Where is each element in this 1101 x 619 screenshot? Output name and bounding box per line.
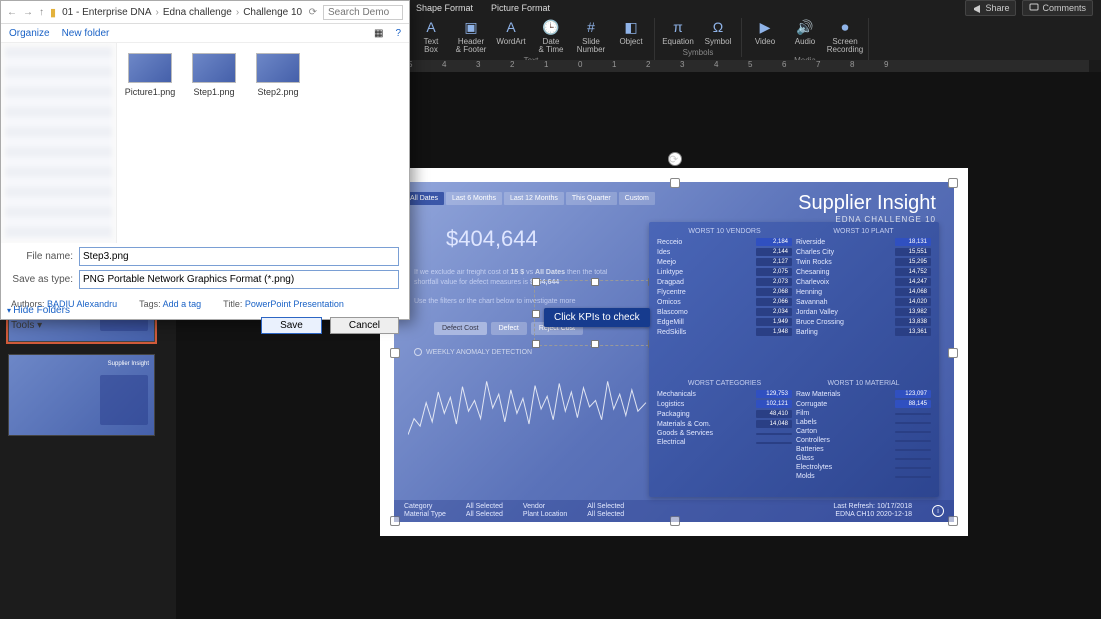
ribbon-object[interactable]: ◧Object — [614, 18, 648, 54]
info-icon[interactable]: i — [932, 505, 944, 517]
new-folder-button[interactable]: New folder — [62, 28, 110, 39]
kpi-row[interactable]: Packaging48,410 — [657, 410, 792, 418]
kpi-row[interactable]: Henning14,068 — [796, 288, 931, 296]
nav-up-icon[interactable]: ↑ — [39, 7, 44, 18]
dialog-nav: ← → ↑ ▮ 01 - Enterprise DNA›Edna challen… — [1, 1, 409, 24]
rotate-handle[interactable]: ⟳ — [668, 152, 682, 166]
ribbon-slide-number[interactable]: #SlideNumber — [574, 18, 608, 54]
ribbon-audio[interactable]: 🔊Audio — [788, 18, 822, 54]
ribbon-text-box[interactable]: ATextBox — [414, 18, 448, 54]
kpi-row[interactable]: Dragpad2,073 — [657, 278, 792, 286]
anomaly-chart — [408, 360, 650, 456]
dashboard-title: Supplier Insight EDNA CHALLENGE 10 — [798, 192, 936, 224]
pill[interactable]: Defect — [491, 322, 527, 335]
ribbon-symbol[interactable]: ΩSymbol — [701, 18, 735, 46]
ribbon: Shape Format Picture Format Share Commen… — [408, 0, 1101, 60]
kpi-row[interactable]: Savannah14,020 — [796, 298, 931, 306]
kpi-row[interactable]: Glass — [796, 455, 931, 462]
kpi-row[interactable]: Omicos2,066 — [657, 298, 792, 306]
file-item[interactable]: Step1.png — [191, 53, 237, 97]
file-item[interactable]: Step2.png — [255, 53, 301, 97]
hide-folders-link[interactable]: Hide Folders — [7, 305, 70, 316]
pill[interactable]: Defect Cost — [434, 322, 487, 335]
kpi-row[interactable]: Recceio2,184 — [657, 238, 792, 246]
kpi-row[interactable]: Carton — [796, 428, 931, 435]
kpi-row[interactable]: Charles City15,551 — [796, 248, 931, 256]
kpi-row[interactable]: Batteries — [796, 446, 931, 453]
comments-button[interactable]: Comments — [1022, 0, 1093, 16]
resize-handle[interactable] — [390, 348, 400, 358]
ribbon-video[interactable]: ▶Video — [748, 18, 782, 54]
search-input[interactable] — [323, 5, 403, 20]
crumb[interactable]: Edna challenge — [163, 7, 232, 18]
kpi-panel: WORST 10 VENDORSRecceio2,184Ides2,144Mee… — [649, 222, 939, 497]
callout-label[interactable]: Click KPIs to check — [544, 308, 650, 327]
kpi-row[interactable]: Meejo2,127 — [657, 258, 792, 266]
file-item[interactable]: Picture1.png — [127, 53, 173, 97]
kpi-row[interactable]: Goods & Services — [657, 430, 792, 437]
kpi-row[interactable]: Charlevoix14,247 — [796, 278, 931, 286]
kpi-row[interactable]: Chesaning14,752 — [796, 268, 931, 276]
kpi-row[interactable]: Bruce Crossing13,838 — [796, 318, 931, 326]
kpi-row[interactable]: RedSkills1,948 — [657, 328, 792, 336]
kpi-row[interactable]: Film — [796, 410, 931, 417]
crumb[interactable]: Challenge 10 - Winner — [243, 7, 302, 18]
save-as-dialog: ← → ↑ ▮ 01 - Enterprise DNA›Edna challen… — [0, 0, 410, 320]
kpi-row[interactable]: Barling13,361 — [796, 328, 931, 336]
filename-input[interactable] — [79, 247, 399, 266]
crumb[interactable]: 01 - Enterprise DNA — [62, 7, 151, 18]
nav-back-icon[interactable]: ← — [7, 7, 17, 18]
kpi-row[interactable]: Logistics102,121 — [657, 400, 792, 408]
tab-shape-format[interactable]: Shape Format — [416, 3, 473, 13]
file-list[interactable]: Picture1.png Step1.png Step2.png — [117, 43, 409, 243]
save-button[interactable]: Save — [261, 317, 322, 334]
breadcrumb[interactable]: 01 - Enterprise DNA›Edna challenge›Chall… — [62, 7, 303, 18]
resize-handle[interactable] — [670, 178, 680, 188]
folder-tree[interactable] — [1, 43, 117, 243]
kpi-headline: $404,644 — [446, 226, 538, 252]
chart-label: WEEKLY ANOMALY DETECTION — [414, 348, 532, 356]
kpi-row[interactable]: Electrolytes — [796, 464, 931, 471]
kpi-row[interactable]: EdgeMill1,949 — [657, 318, 792, 326]
kpi-row[interactable]: Raw Materials123,097 — [796, 390, 931, 398]
kpi-row[interactable]: Molds — [796, 473, 931, 480]
kpi-row[interactable]: Flycentre2,068 — [657, 288, 792, 296]
resize-handle[interactable] — [948, 178, 958, 188]
kpi-row[interactable]: Twin Rocks15,295 — [796, 258, 931, 266]
resize-handle[interactable] — [948, 348, 958, 358]
nav-fwd-icon[interactable]: → — [23, 7, 33, 18]
tools-dropdown[interactable]: Tools ▾ — [11, 320, 42, 331]
view-icon[interactable]: ▦ — [374, 28, 383, 39]
ribbon-header-footer[interactable]: ▣Header& Footer — [454, 18, 488, 54]
kpi-row[interactable]: Electrical — [657, 439, 792, 446]
ribbon-screen-recording[interactable]: ⏺ScreenRecording — [828, 18, 862, 54]
kpi-row[interactable]: Riverside18,131 — [796, 238, 931, 246]
cancel-button[interactable]: Cancel — [330, 317, 399, 334]
ribbon-date-time[interactable]: 🕒Date& Time — [534, 18, 568, 54]
date-filter-buttons[interactable]: All DatesLast 6 MonthsLast 12 MonthsThis… — [404, 192, 655, 205]
refresh-icon[interactable]: ⟳ — [309, 7, 317, 18]
kpi-row[interactable]: Corrugate88,145 — [796, 400, 931, 408]
share-button[interactable]: Share — [965, 0, 1016, 16]
tags-link[interactable]: Add a tag — [163, 299, 202, 309]
kpi-row[interactable]: Controllers — [796, 437, 931, 444]
kpi-row[interactable]: Ides2,144 — [657, 248, 792, 256]
help-icon[interactable]: ? — [395, 28, 401, 39]
ribbon-equation[interactable]: πEquation — [661, 18, 695, 46]
organize-button[interactable]: Organize — [9, 28, 50, 39]
dashboard-footer: CategoryMaterial Type All SelectedAll Se… — [394, 500, 954, 522]
horizontal-ruler: 543210123456789 — [408, 60, 1089, 72]
slide-content[interactable]: ⟳ All DatesLast 6 MonthsLast 12 MonthsTh… — [394, 182, 954, 522]
kpi-row[interactable]: Labels — [796, 419, 931, 426]
title-link[interactable]: PowerPoint Presentation — [245, 299, 344, 309]
kpi-row[interactable]: Blascomo2,034 — [657, 308, 792, 316]
kpi-row[interactable]: Jordan Valley13,982 — [796, 308, 931, 316]
kpi-row[interactable]: Linktype2,075 — [657, 268, 792, 276]
slide-thumb-2[interactable]: Supplier Insight — [8, 354, 155, 436]
kpi-row[interactable]: Mechanicals129,753 — [657, 390, 792, 398]
kpi-row[interactable]: Materials & Com.14,048 — [657, 420, 792, 428]
ribbon-wordart[interactable]: AWordArt — [494, 18, 528, 54]
tab-picture-format[interactable]: Picture Format — [491, 3, 550, 13]
saveas-select[interactable] — [79, 270, 399, 289]
